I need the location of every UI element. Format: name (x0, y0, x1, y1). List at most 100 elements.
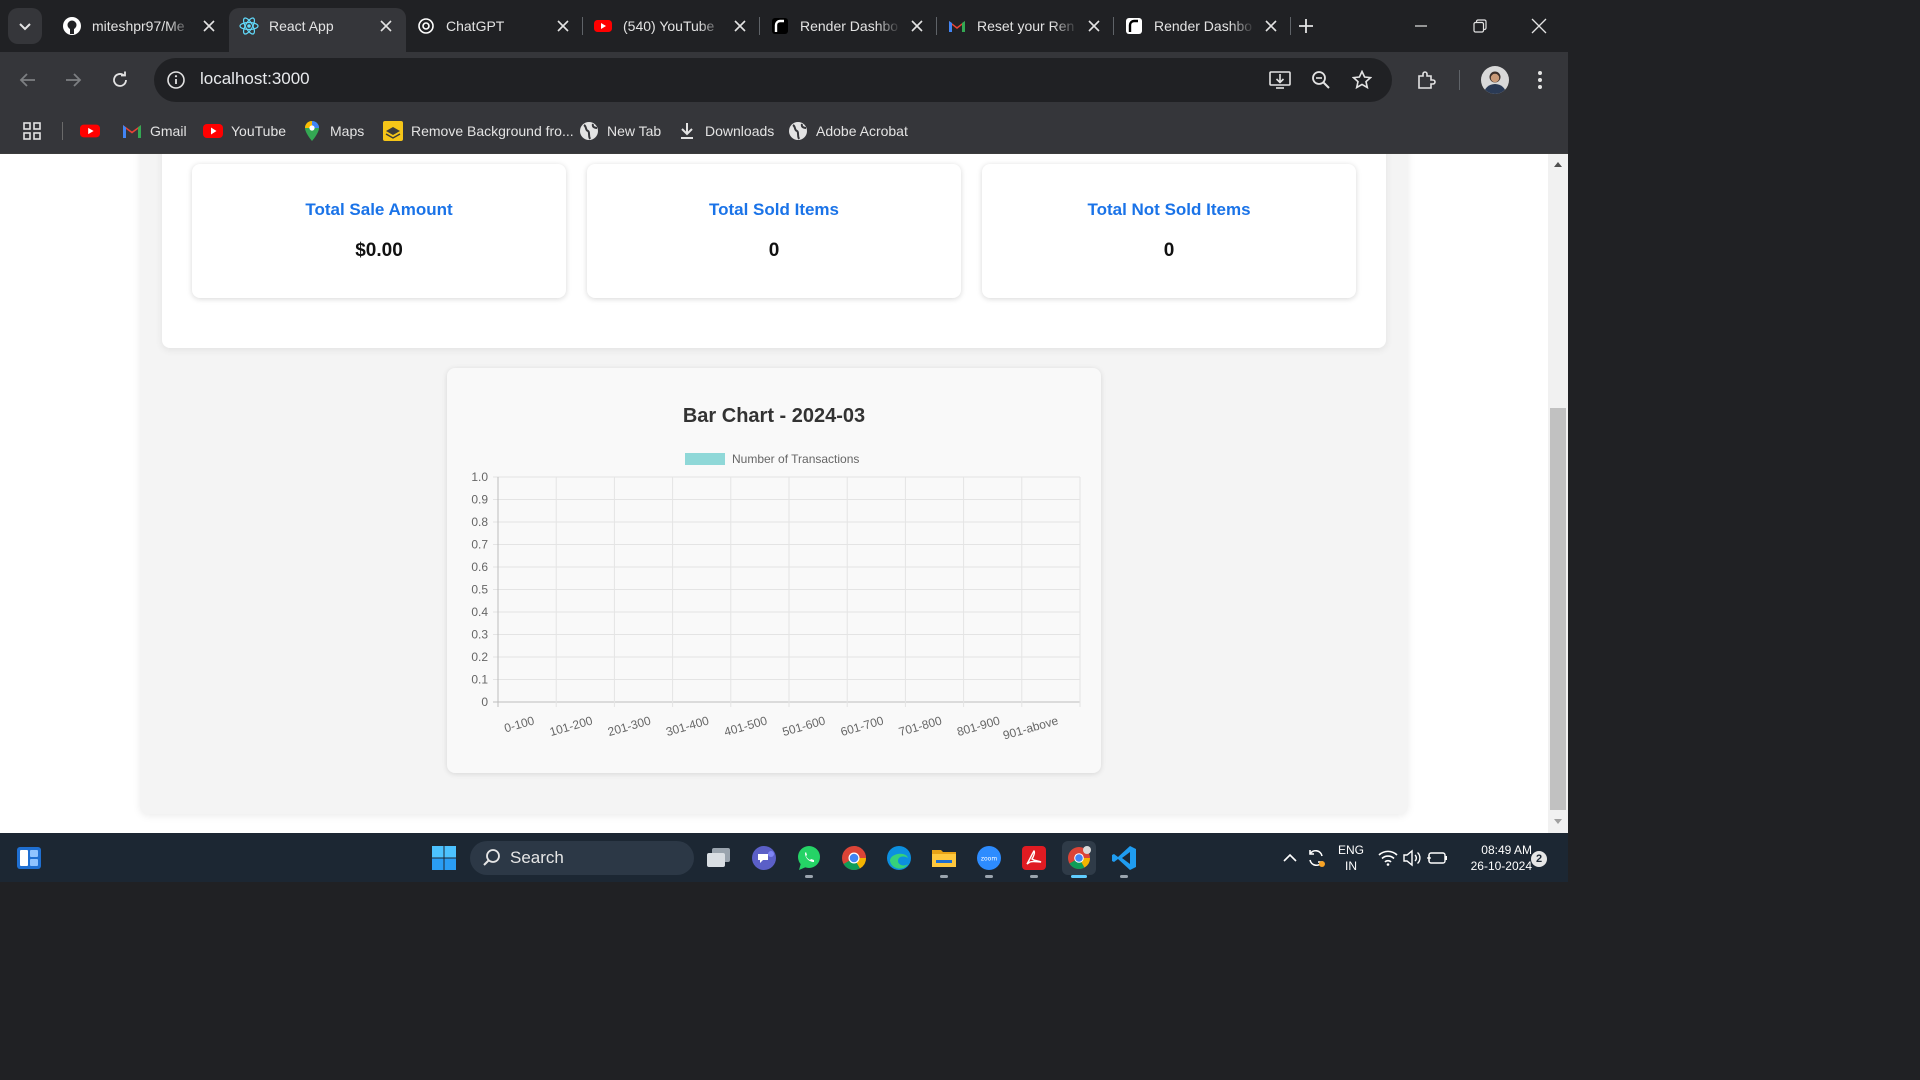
taskbar-vscode[interactable] (1107, 841, 1141, 878)
task-view-button[interactable] (702, 841, 736, 875)
bookmark-label: Downloads (705, 123, 775, 139)
taskbar-teams[interactable] (747, 841, 781, 875)
wifi-icon (1378, 850, 1398, 866)
tab-render-dashboard-2[interactable]: Render Dashbo (1114, 8, 1291, 44)
youtube-icon (203, 121, 223, 141)
search-label: Search (510, 848, 564, 867)
edge-icon (887, 846, 911, 870)
y-tick-label: 0.2 (471, 650, 488, 664)
restore-button[interactable] (1457, 10, 1503, 42)
clock[interactable]: 08:49 AM 26-10-2024 (1452, 842, 1532, 874)
back-button[interactable] (12, 64, 44, 96)
battery-charging-icon (1427, 852, 1447, 864)
taskbar-file-explorer[interactable] (927, 841, 961, 878)
apps-button[interactable] (22, 117, 50, 145)
install-app-icon[interactable] (1268, 68, 1292, 92)
x-tick-label: 201-300 (606, 713, 653, 739)
widgets-icon[interactable] (16, 845, 42, 871)
windows-start-icon[interactable] (431, 845, 457, 871)
close-icon[interactable] (907, 16, 927, 36)
bar-chart-card: Bar Chart - 2024-03 Number of Transactio… (447, 368, 1101, 773)
bookmark-maps[interactable]: Maps (302, 117, 364, 145)
notification-badge[interactable]: 2 (1531, 851, 1547, 867)
bookmark-remove-background[interactable]: Remove Background fro... (383, 117, 574, 145)
clock-time: 08:49 AM (1481, 843, 1532, 857)
scroll-up-button[interactable] (1548, 154, 1568, 174)
reload-icon (113, 71, 127, 87)
browser-toolbar: localhost:3000 (0, 52, 1568, 108)
x-tick-label: 801-900 (955, 713, 1002, 739)
taskbar-edge[interactable] (882, 841, 916, 875)
taskbar-search[interactable]: Search (470, 841, 694, 875)
taskbar-acrobat[interactable] (1017, 841, 1051, 878)
site-info-icon[interactable] (164, 68, 188, 92)
bookmark-star-icon[interactable] (1350, 68, 1374, 92)
more-vert-icon (1538, 71, 1542, 89)
language-indicator[interactable]: ENG IN (1334, 842, 1368, 874)
close-icon[interactable] (553, 16, 573, 36)
chrome-profile-icon (1068, 846, 1091, 869)
tab-search-button[interactable] (8, 8, 42, 44)
reload-button[interactable] (104, 64, 136, 96)
tab-title: (540) YouTube (623, 18, 715, 34)
tab-render-dashboard[interactable]: Render Dashbo (760, 8, 937, 44)
close-icon[interactable] (1261, 16, 1281, 36)
tab-youtube[interactable]: (540) YouTube (583, 8, 760, 44)
bookmark-label: New Tab (607, 123, 662, 139)
bookmark-label: Maps (330, 123, 365, 139)
extensions-button[interactable] (1410, 64, 1442, 96)
youtube-icon (593, 16, 613, 36)
minimize-button[interactable] (1398, 10, 1444, 42)
taskbar-zoom[interactable]: zoom (972, 841, 1006, 878)
sync-icon (1309, 850, 1325, 867)
bookmark-downloads[interactable]: Downloads (677, 117, 774, 145)
forward-button[interactable] (57, 64, 89, 96)
browser-menu-button[interactable] (1524, 64, 1556, 96)
tray-battery[interactable] (1426, 847, 1448, 869)
bookmark-label: Adobe Acrobat (816, 123, 908, 139)
y-tick-label: 0.3 (471, 628, 488, 642)
tray-overflow-button[interactable] (1279, 847, 1301, 869)
close-icon[interactable] (376, 16, 396, 36)
zoom-icon[interactable] (1309, 68, 1333, 92)
bookmark-gmail[interactable]: Gmail (122, 117, 187, 145)
tray-volume[interactable] (1401, 847, 1423, 869)
tab-react-app[interactable]: React App (229, 8, 406, 52)
running-indicator (940, 875, 948, 878)
tab-title: Render Dashbo (800, 18, 899, 34)
tab-chatgpt[interactable]: ChatGPT (406, 8, 583, 44)
tray-wifi[interactable] (1377, 847, 1399, 869)
url-text[interactable]: localhost:3000 (200, 69, 310, 89)
taskbar-chrome[interactable] (837, 841, 871, 875)
close-icon[interactable] (199, 16, 219, 36)
tray-sync[interactable] (1305, 847, 1327, 869)
profile-avatar[interactable] (1481, 66, 1509, 94)
acrobat-icon (1022, 846, 1046, 870)
bookmarks-bar: Gmail YouTube Maps Remove Background fro… (0, 108, 1568, 154)
zoom-icon: zoom (977, 846, 1001, 870)
y-tick-label: 0.9 (471, 493, 488, 507)
new-tab-button[interactable] (1292, 12, 1320, 40)
x-tick-label: 701-800 (897, 713, 944, 739)
bookmark-youtube-icon-only[interactable] (80, 117, 108, 145)
tab-gmail-reset[interactable]: Reset your Ren (937, 8, 1114, 44)
y-tick-label: 1.0 (471, 470, 488, 484)
taskbar-whatsapp[interactable] (792, 841, 826, 878)
scrollbar-thumb[interactable] (1550, 408, 1566, 810)
bookmark-label: Gmail (150, 123, 187, 139)
tab-github[interactable]: miteshpr97/Me (52, 8, 229, 44)
bookmark-youtube[interactable]: YouTube (203, 117, 286, 145)
bookmark-adobe-acrobat[interactable]: Adobe Acrobat (788, 117, 908, 145)
close-icon[interactable] (1084, 16, 1104, 36)
x-tick-label: 601-700 (839, 713, 886, 739)
render-icon (770, 16, 790, 36)
address-bar[interactable]: localhost:3000 (154, 58, 1392, 102)
tab-title: miteshpr97/Me (92, 18, 185, 34)
bookmark-new-tab[interactable]: New Tab (579, 117, 661, 145)
page-viewport: Total Sale Amount $0.00 Total Sold Items… (0, 154, 1568, 833)
y-tick-label: 0 (481, 695, 488, 709)
scroll-down-button[interactable] (1548, 812, 1568, 832)
close-icon[interactable] (730, 16, 750, 36)
taskbar-chrome-profile[interactable] (1062, 841, 1096, 878)
close-window-button[interactable] (1516, 10, 1562, 42)
